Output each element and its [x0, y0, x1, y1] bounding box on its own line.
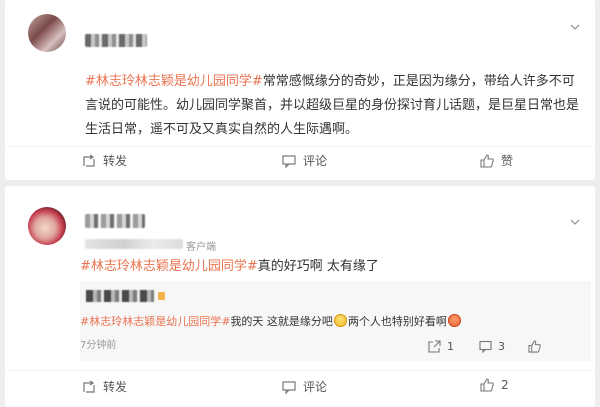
post-card: #林志玲林志颖是幼儿园同学#常常感慨缘分的奇妙，正是因为缘分，带给人许多不可言说…: [5, 0, 595, 180]
action-bar: 转发 评论 2: [5, 378, 595, 398]
timestamp-redacted: [85, 239, 183, 249]
divider: [5, 146, 595, 147]
avatar[interactable]: [28, 207, 66, 245]
reply-time: 7分钟前: [80, 340, 117, 351]
chevron-down-icon[interactable]: [570, 24, 580, 30]
username-redacted[interactable]: [85, 34, 147, 47]
post-body: 真的好巧啊 太有缘了: [257, 259, 379, 274]
comment-label: 评论: [303, 380, 328, 394]
avatar[interactable]: [28, 14, 66, 52]
reply-username-redacted[interactable]: [86, 290, 154, 302]
reply-share-count: 1: [447, 340, 454, 353]
repost-icon: [82, 380, 103, 394]
reply-topic-link[interactable]: #林志玲林志颖是幼儿园同学#: [80, 315, 230, 328]
reply-text: #林志玲林志颖是幼儿园同学#我的天 这就是缘分吧 两个人也特别好看啊: [80, 313, 590, 331]
like-count: 2: [501, 378, 509, 392]
thumbs-up-icon: [480, 153, 501, 168]
thumbs-up-icon: [528, 340, 547, 353]
repost-icon: [82, 154, 103, 168]
repost-button[interactable]: 转发: [82, 152, 127, 169]
comment-label: 评论: [303, 154, 328, 168]
repost-label: 转发: [103, 154, 128, 168]
share-icon: [428, 340, 447, 353]
repost-label: 转发: [103, 380, 128, 394]
repost-button[interactable]: 转发: [82, 378, 127, 395]
like-label: 赞: [501, 154, 514, 168]
comment-button[interactable]: 评论: [282, 152, 327, 169]
reply-like-button[interactable]: [528, 340, 547, 353]
comment-button[interactable]: 评论: [282, 378, 327, 395]
comment-icon: [282, 380, 303, 394]
topic-link[interactable]: #林志玲林志颖是幼儿园同学#: [80, 259, 258, 274]
comment-icon: [479, 340, 498, 353]
emoji-smile-icon: [333, 314, 347, 327]
member-badge: [158, 292, 165, 300]
chevron-down-icon[interactable]: [570, 210, 580, 225]
emoji-laugh-icon: [447, 314, 461, 327]
thumbs-up-icon: [480, 378, 501, 392]
reply-text-part2: 两个人也特别好看啊: [347, 315, 447, 328]
client-label: 客户端: [186, 242, 216, 253]
reply-text-part1: 我的天 这就是缘分吧: [230, 315, 333, 328]
reply-comment-button[interactable]: 3: [479, 340, 505, 353]
post-text: #林志玲林志颖是幼儿园同学#真的好巧啊 太有缘了: [80, 255, 580, 279]
reply-share-button[interactable]: 1: [428, 340, 454, 353]
reply-comment-count: 3: [498, 340, 505, 353]
comment-icon: [282, 154, 303, 168]
topic-link[interactable]: #林志玲林志颖是幼儿园同学#: [85, 74, 263, 89]
reply-box: #林志玲林志颖是幼儿园同学#我的天 这就是缘分吧 两个人也特别好看啊 7分钟前: [80, 281, 591, 361]
like-button[interactable]: 赞: [480, 152, 513, 169]
action-bar: 转发 评论 赞: [5, 152, 595, 172]
like-button[interactable]: 2: [480, 378, 509, 392]
post-text: #林志玲林志颖是幼儿园同学#常常感慨缘分的奇妙，正是因为缘分，带给人许多不可言说…: [85, 70, 585, 142]
username-redacted[interactable]: [85, 214, 145, 228]
divider: [5, 370, 595, 371]
